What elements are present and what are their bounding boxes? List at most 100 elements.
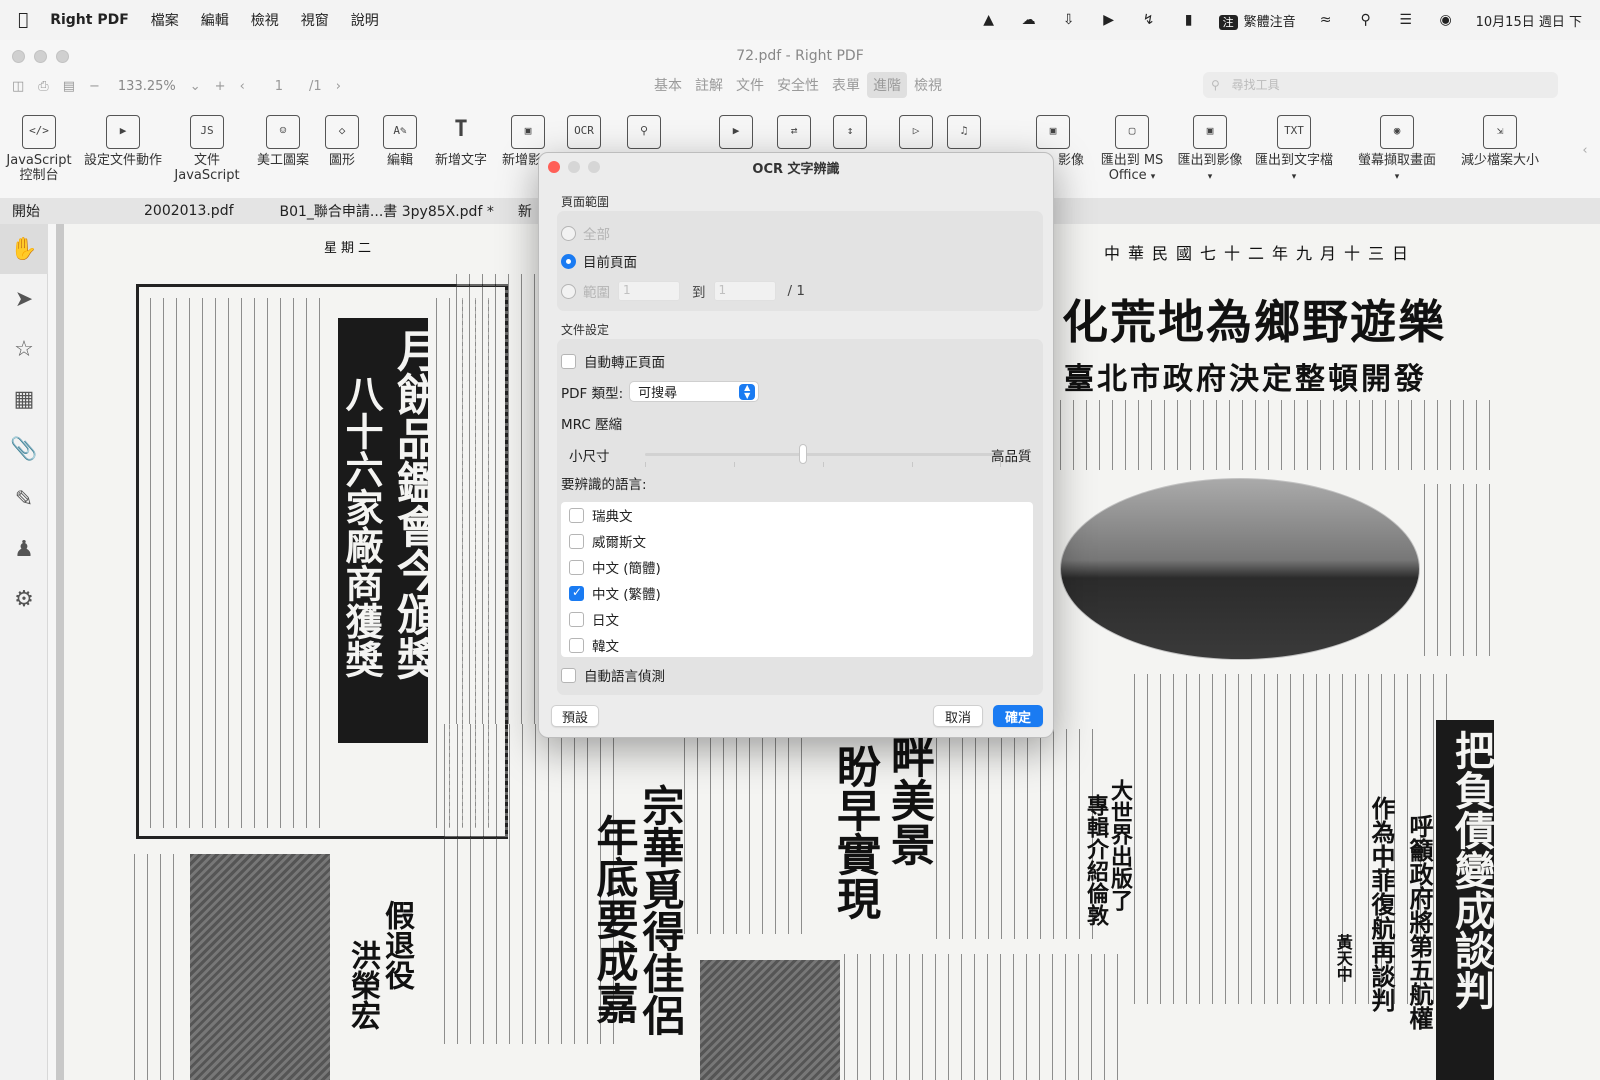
print-icon[interactable]: ⎙ <box>38 79 48 94</box>
tool-search-input[interactable]: ⚲ 尋找工具 <box>1203 72 1558 98</box>
menu-file[interactable]: 檔案 <box>151 10 179 30</box>
hand-tool-icon[interactable]: ✋ <box>0 224 48 274</box>
art-pattern-button[interactable]: ☺ 美工圖案 <box>252 115 314 168</box>
input-method[interactable]: 注繁體注音 <box>1218 11 1296 30</box>
range-to-input[interactable]: 1 <box>713 281 776 301</box>
prev-page-icon[interactable]: ‹ <box>240 79 245 94</box>
lang-checkbox <box>569 611 584 627</box>
thumbnails-icon[interactable]: ▦ <box>0 374 48 424</box>
screen-capture-label: 螢幕擷取畫面 <box>1357 153 1436 168</box>
range-to-label: 到 <box>692 285 706 301</box>
comment-icon[interactable]: ✎ <box>0 474 48 524</box>
tab-basic[interactable]: 基本 <box>648 72 688 98</box>
mrc-slider[interactable] <box>645 453 1001 467</box>
ribbon-scroll-chevron-icon[interactable]: ‹ <box>1578 143 1592 158</box>
shape-button[interactable]: ◇ 圖形 <box>318 115 366 168</box>
edit-label: 編輯 <box>386 153 413 168</box>
lang-label: 瑞典文 <box>592 509 633 525</box>
add-text-button[interactable]: T 新增文字 <box>430 115 492 168</box>
media-button[interactable]: ▶ <box>716 115 756 153</box>
default-button[interactable]: 預設 <box>551 705 599 727</box>
screen-capture-button[interactable]: ◉ 螢幕擷取畫面 ▾ <box>1354 115 1440 185</box>
menu-app-name[interactable]: Right PDF <box>50 12 129 28</box>
doc-tab-2002013[interactable]: 2002013.pdf <box>132 203 246 219</box>
select-arrow-icon[interactable]: ➤ <box>0 274 48 324</box>
javascript-console-button[interactable]: </> JavaScript 控制台 <box>4 115 74 183</box>
lang-item-japanese[interactable]: 日文 <box>561 606 1033 632</box>
menu-view[interactable]: 檢視 <box>251 10 279 30</box>
status-a-icon[interactable]: ▲ <box>979 12 999 28</box>
zoom-dropdown-chevron-icon[interactable]: ⌄ <box>190 79 201 94</box>
spotlight-search-icon[interactable]: ⚲ <box>1356 12 1376 28</box>
attachment-icon[interactable]: 📎 <box>0 424 48 474</box>
lang-item-chinese-simplified[interactable]: 中文 (簡體) <box>561 554 1033 580</box>
pdf-type-select[interactable]: 可搜尋 ▲ ▼ <box>629 381 760 402</box>
tab-annotate[interactable]: 註解 <box>689 72 729 98</box>
next-page-icon[interactable]: › <box>336 79 341 94</box>
lang-item-korean[interactable]: 韓文 <box>561 632 1033 658</box>
split-button[interactable]: ↕ <box>830 115 870 153</box>
tab-advanced[interactable]: 進階 <box>867 72 907 98</box>
play-icon[interactable]: ▶ <box>1099 12 1119 28</box>
bluetooth-icon[interactable]: ↯ <box>1139 12 1159 28</box>
lang-item-swedish[interactable]: 瑞典文 <box>561 502 1033 528</box>
video-button[interactable]: ▷ <box>896 115 936 153</box>
page-current-field[interactable]: 1 <box>275 79 283 94</box>
radio-all-pages[interactable]: 全部 <box>561 223 610 243</box>
convert-button[interactable]: ⇄ <box>774 115 814 153</box>
reduce-size-button[interactable]: ⇲ 減少檔案大小 <box>1458 115 1542 168</box>
auto-lang-checkbox[interactable]: 自動語言偵測 <box>561 665 665 685</box>
menu-edit[interactable]: 編輯 <box>201 10 229 30</box>
menubar-clock[interactable]: 10月15日 週日 下 <box>1476 11 1582 30</box>
chevron-down-icon: ▾ <box>1291 172 1297 182</box>
menu-help[interactable]: 說明 <box>351 10 379 30</box>
lang-item-welsh[interactable]: 威爾斯文 <box>561 528 1033 554</box>
wifi-icon[interactable]: ≈ <box>1316 12 1336 28</box>
zoom-out-icon[interactable]: − <box>89 79 100 94</box>
sound-button[interactable]: ♫ <box>944 115 984 153</box>
download-icon[interactable]: ⇩ <box>1059 12 1079 28</box>
control-center-icon[interactable]: ☰ <box>1396 12 1416 28</box>
radio-range-label: 範圍 <box>583 285 610 301</box>
date-line: 中華民國七十二年九月十三日 <box>1104 244 1417 263</box>
sidebar-toggle-icon[interactable]: ◫ <box>12 79 24 94</box>
battery-icon[interactable]: ▮ <box>1179 12 1199 28</box>
doc-tab-start[interactable]: 開始 <box>0 201 132 221</box>
form-fields-icon[interactable]: ⚙ <box>0 574 48 624</box>
ok-button[interactable]: 確定 <box>993 705 1043 727</box>
doc-javascript-button[interactable]: JS 文件 JavaScript <box>174 115 240 183</box>
lang-item-chinese-traditional[interactable]: 中文 (繁體) <box>561 580 1033 606</box>
siri-icon[interactable]: ◉ <box>1436 12 1456 28</box>
language-list[interactable]: 瑞典文 威爾斯文 中文 (簡體) 中文 (繁體) 日文 韓文 <box>561 502 1033 657</box>
tab-view[interactable]: 檢視 <box>908 72 948 98</box>
tab-document[interactable]: 文件 <box>730 72 770 98</box>
export-ms-office-button[interactable]: ▢ 匯出到 MS Office ▾ <box>1096 115 1168 185</box>
subhead-scenery: 盼早實現 <box>829 744 880 920</box>
search-document-button[interactable]: ⚲ <box>624 115 664 153</box>
zoom-in-icon[interactable]: + <box>215 79 226 94</box>
video-icon: ▷ <box>899 115 933 149</box>
tab-security[interactable]: 安全性 <box>771 72 825 98</box>
auto-deskew-checkbox[interactable]: 自動轉正頁面 <box>561 351 665 371</box>
export-text-button[interactable]: TXT 匯出到文字檔 ▾ <box>1252 115 1336 185</box>
range-from-input[interactable]: 1 <box>618 281 680 301</box>
save-icon[interactable]: ▤ <box>63 79 75 94</box>
tab-form[interactable]: 表單 <box>826 72 866 98</box>
cancel-button[interactable]: 取消 <box>933 705 983 727</box>
auto-lang-label: 自動語言偵測 <box>584 669 665 685</box>
stamp-icon[interactable]: ♟ <box>0 524 48 574</box>
apple-menu-icon[interactable]:  <box>18 10 28 30</box>
zoom-level[interactable]: 133.25% <box>118 79 176 94</box>
radio-page-range[interactable]: 範圍 1 到 1 / 1 <box>561 281 805 301</box>
mrc-slider-knob[interactable] <box>799 444 807 464</box>
creative-cloud-icon[interactable]: ☁ <box>1019 12 1039 28</box>
edit-button[interactable]: A✎ 編輯 <box>376 115 424 168</box>
art-pattern-label: 美工圖案 <box>256 153 309 168</box>
ocr-button[interactable]: OCR <box>562 115 606 153</box>
export-image-button[interactable]: ▣ 匯出到影像 ▾ <box>1174 115 1246 185</box>
bookmark-icon[interactable]: ☆ <box>0 324 48 374</box>
doc-tab-b01[interactable]: B01_聯合申請...書 3py85X.pdf * <box>268 201 506 221</box>
menu-window[interactable]: 視窗 <box>301 10 329 30</box>
radio-current-page[interactable]: 目前頁面 <box>561 251 637 271</box>
set-doc-action-button[interactable]: ▶ 設定文件動作 <box>82 115 164 168</box>
